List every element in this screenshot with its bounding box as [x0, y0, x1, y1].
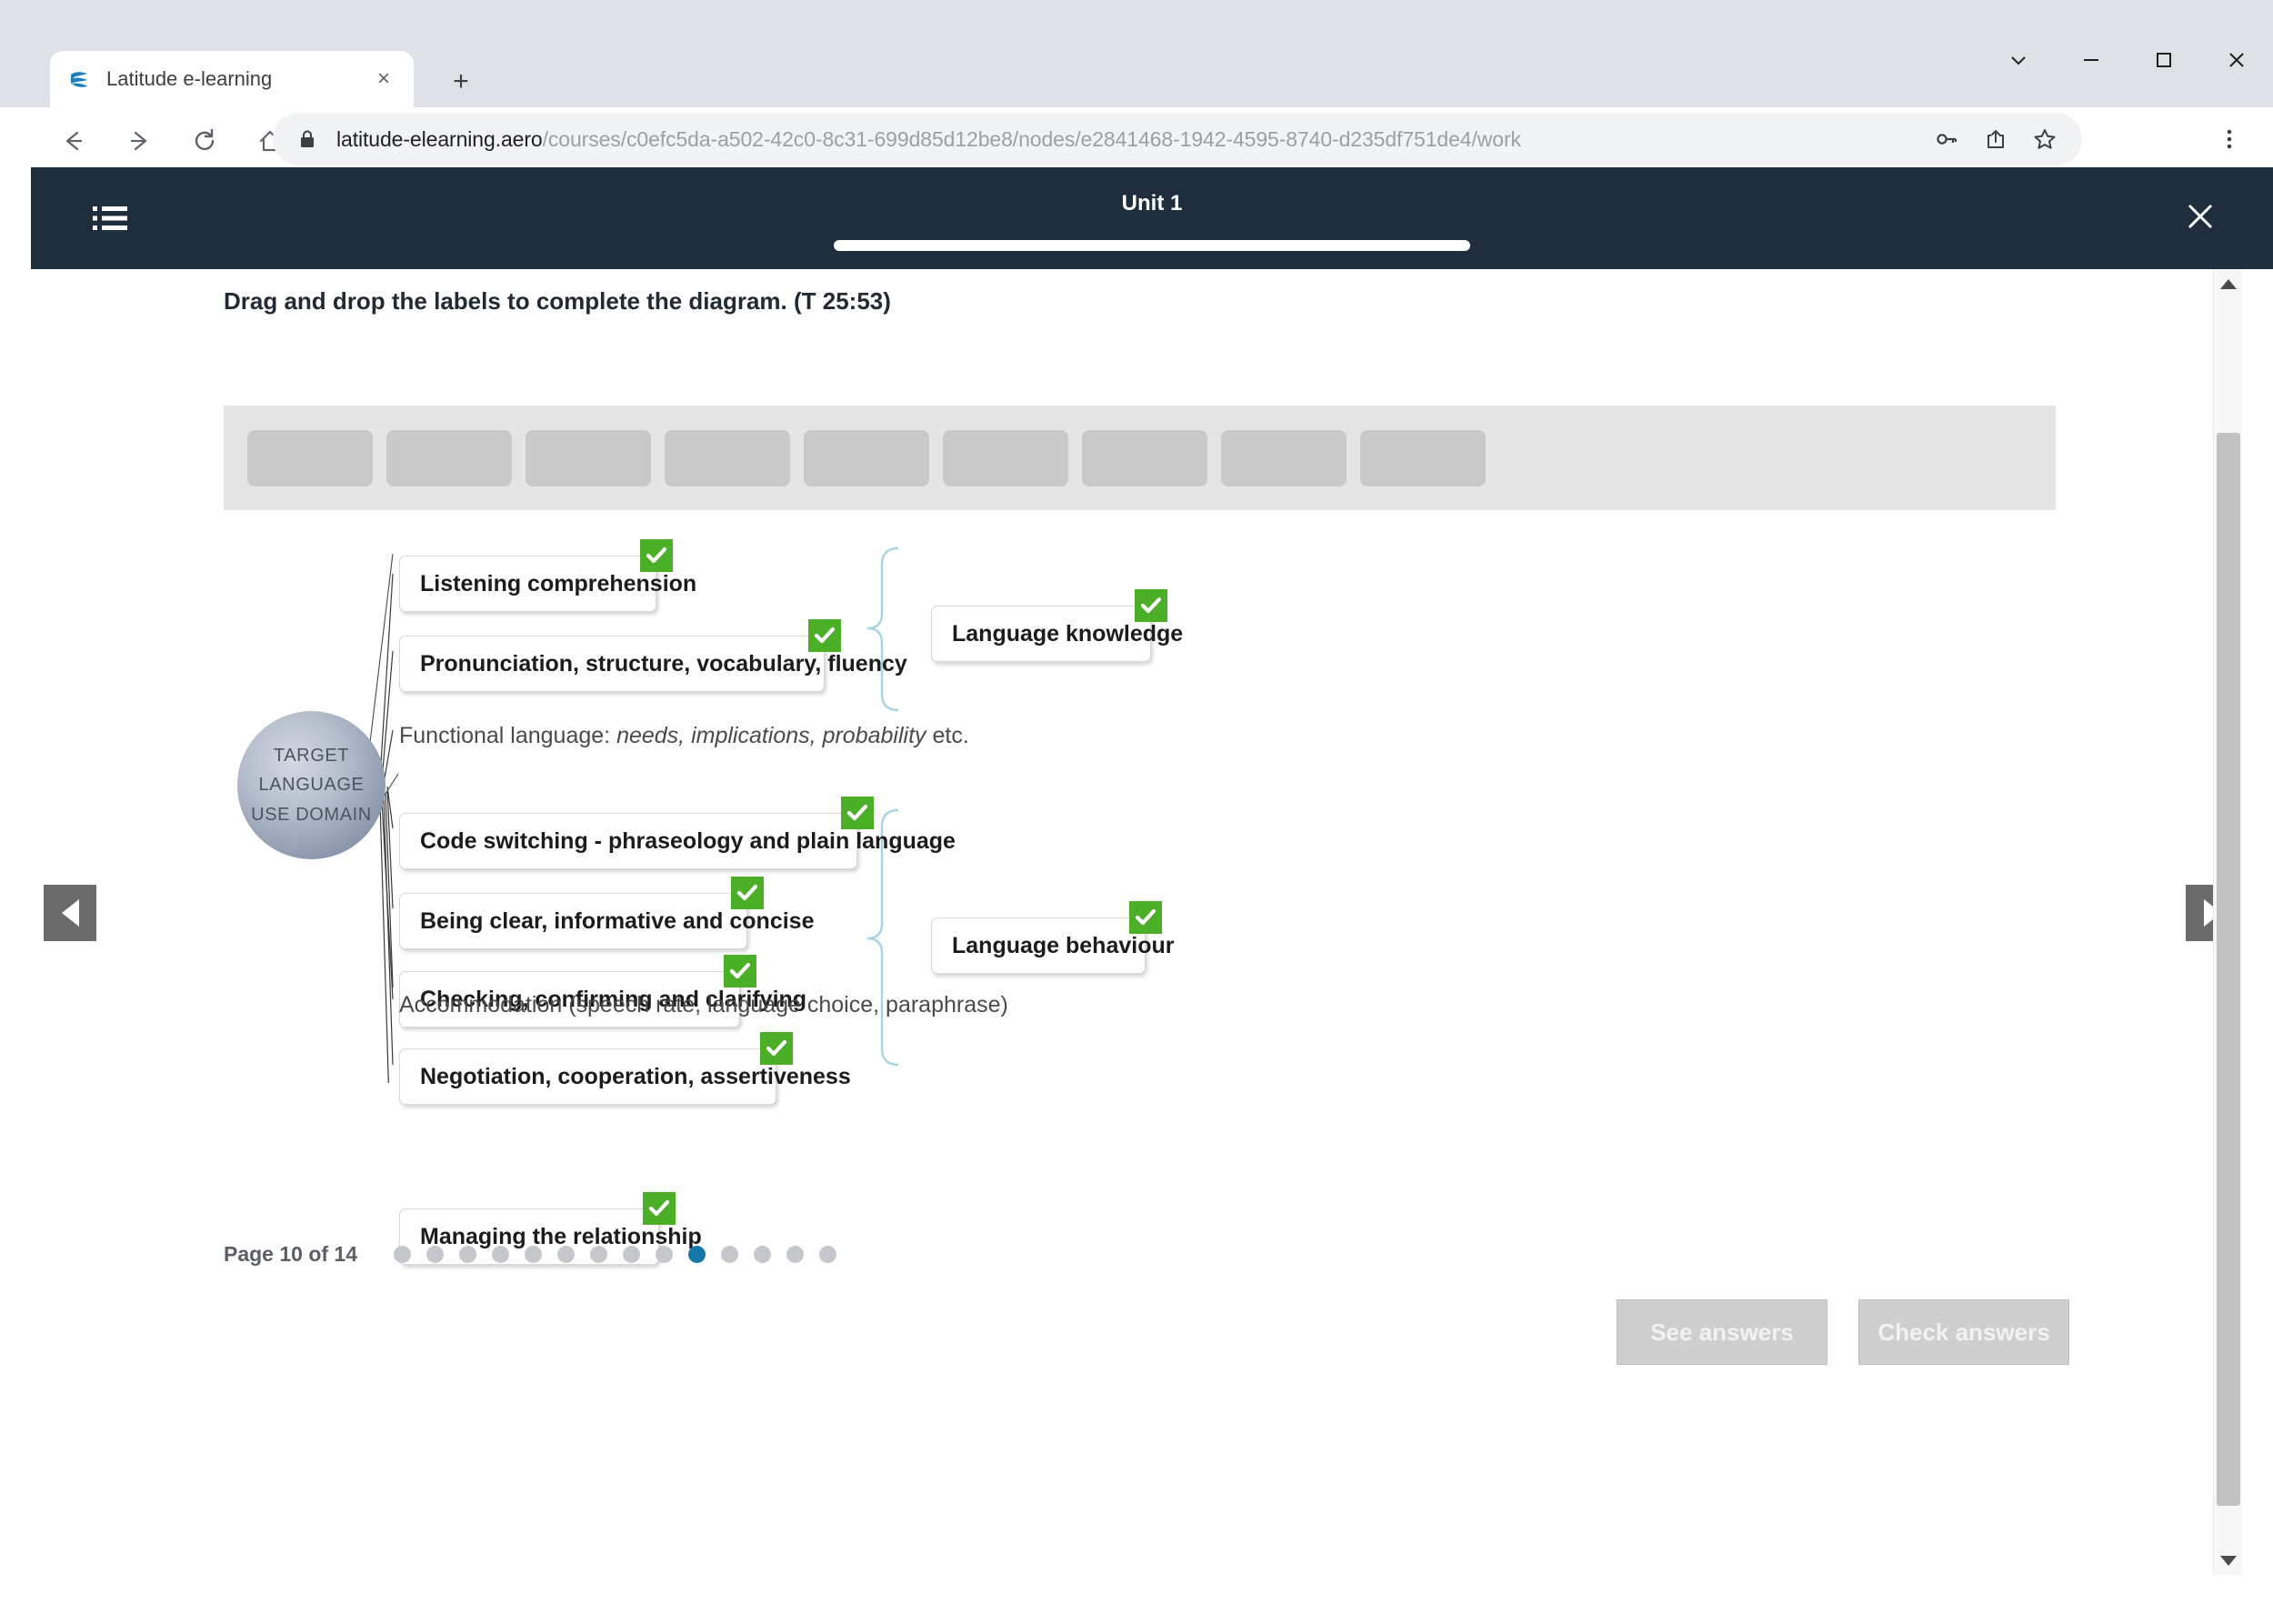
diagram-static-text: Functional language: needs, implications…	[399, 723, 969, 748]
pagination-dot[interactable]	[590, 1246, 608, 1263]
course-header: Unit 1	[31, 167, 2273, 269]
chevron-down-icon[interactable]	[1982, 36, 2055, 84]
browser-titlebar: Latitude e-learning × +	[0, 0, 2273, 107]
pagination-dot[interactable]	[786, 1246, 805, 1263]
correct-check-icon	[731, 877, 764, 909]
key-icon[interactable]	[1922, 115, 1971, 164]
pagination-dot[interactable]	[656, 1246, 674, 1263]
label-text: Language behaviour	[952, 932, 1175, 958]
tab-title: Latitude e-learning	[106, 67, 273, 90]
diagram-answer-label[interactable]: Pronunciation, structure, vocabulary, fl…	[399, 636, 907, 692]
correct-check-icon	[760, 1032, 793, 1065]
correct-check-icon	[808, 619, 841, 652]
pagination-dot[interactable]	[426, 1246, 445, 1263]
label-text: Being clear, informative and concise	[420, 907, 815, 934]
label-text: Code switching - phraseology and plain l…	[420, 827, 956, 854]
correct-check-icon	[724, 955, 756, 987]
diagram-canvas: TARGET LANGUAGE USE DOMAIN Listening com…	[224, 537, 2056, 1265]
omnibox-actions	[1922, 113, 2069, 165]
scrollbar-thumb[interactable]	[2217, 433, 2240, 1506]
diagram-answer-label[interactable]: Being clear, informative and concise	[399, 893, 814, 949]
label-text: Listening comprehension	[420, 570, 697, 596]
drop-slot[interactable]	[386, 430, 512, 486]
drop-slot[interactable]	[247, 430, 373, 486]
tab-close-icon[interactable]: ×	[370, 65, 397, 93]
diagram-answer-label[interactable]: Listening comprehension	[399, 556, 696, 612]
center-node-line-2: LANGUAGE	[258, 775, 365, 796]
center-node-line-3: USE DOMAIN	[251, 804, 372, 825]
pagination-dot[interactable]	[721, 1246, 739, 1263]
progress-bar	[834, 240, 1470, 251]
pagination: Page 10 of 14	[224, 1242, 852, 1267]
correct-check-icon	[640, 539, 673, 572]
page-title: Unit 1	[1121, 191, 1183, 216]
pagination-dot[interactable]	[754, 1246, 772, 1263]
label-text: Negotiation, cooperation, assertiveness	[420, 1063, 851, 1089]
diagram-group-label[interactable]: Language behaviour	[931, 917, 1174, 974]
browser-window: Latitude e-learning × + latitude-elearni…	[0, 0, 2273, 1624]
close-window-icon[interactable]	[2200, 36, 2273, 84]
correct-check-icon	[1129, 901, 1162, 934]
instruction-text: Drag and drop the labels to complete the…	[224, 287, 891, 315]
minimize-icon[interactable]	[2055, 36, 2128, 84]
arrow-left-icon	[61, 899, 79, 927]
diagram-answer-label[interactable]: Negotiation, cooperation, assertiveness	[399, 1048, 851, 1105]
see-answers-button[interactable]: See answers	[1617, 1299, 1827, 1365]
label-text: Pronunciation, structure, vocabulary, fl…	[420, 650, 907, 677]
kebab-menu-icon[interactable]	[2204, 113, 2255, 165]
pagination-dot[interactable]	[492, 1246, 510, 1263]
window-controls	[1982, 36, 2273, 84]
drop-slot[interactable]	[1360, 430, 1486, 486]
diagram-group-label[interactable]: Language knowledge	[931, 606, 1183, 662]
diagram-static-text: Accommodation (speech rate, language cho…	[399, 992, 1008, 1018]
drop-slot[interactable]	[943, 430, 1068, 486]
lock-icon	[296, 128, 318, 150]
pagination-dot[interactable]	[688, 1246, 706, 1263]
correct-check-icon	[643, 1192, 676, 1225]
lesson-content: Drag and drop the labels to complete the…	[31, 269, 2242, 1575]
browser-tab[interactable]: Latitude e-learning ×	[50, 51, 414, 107]
pagination-dot[interactable]	[557, 1246, 576, 1263]
drop-slot[interactable]	[1221, 430, 1347, 486]
page-indicator-label: Page 10 of 14	[224, 1242, 358, 1266]
back-icon[interactable]	[47, 115, 100, 167]
answer-actions: See answers Check answers	[1586, 1299, 2069, 1365]
scroll-down-icon[interactable]	[2214, 1546, 2243, 1575]
forward-icon[interactable]	[113, 115, 165, 167]
pagination-dot[interactable]	[623, 1246, 641, 1263]
share-icon[interactable]	[1971, 115, 2020, 164]
diagram-answer-label[interactable]: Code switching - phraseology and plain l…	[399, 813, 956, 869]
scroll-up-icon[interactable]	[2214, 269, 2243, 298]
address-bar[interactable]: latitude-elearning.aero/courses/c0efc5da…	[273, 113, 2082, 165]
pagination-dots[interactable]	[394, 1246, 852, 1263]
url-path: /courses/c0efc5da-a502-42c0-8c31-699d85d…	[542, 126, 1521, 151]
url-text: latitude-elearning.aero/courses/c0efc5da…	[336, 127, 1521, 152]
progress-bar-fill	[834, 240, 1470, 251]
drop-slot[interactable]	[665, 430, 790, 486]
label-text: Language knowledge	[952, 620, 1184, 647]
pagination-dot[interactable]	[525, 1246, 543, 1263]
check-answers-button[interactable]: Check answers	[1858, 1299, 2069, 1365]
pagination-dot[interactable]	[459, 1246, 477, 1263]
vertical-scrollbar[interactable]	[2213, 269, 2242, 1575]
bookmark-star-icon[interactable]	[2020, 115, 2069, 164]
url-host: latitude-elearning.aero	[336, 126, 543, 151]
pagination-dot[interactable]	[394, 1246, 412, 1263]
correct-check-icon	[1135, 589, 1167, 622]
center-node: TARGET LANGUAGE USE DOMAIN	[237, 711, 386, 859]
maximize-icon[interactable]	[2128, 36, 2200, 84]
reload-icon[interactable]	[178, 115, 231, 167]
previous-slide-button[interactable]	[44, 885, 96, 941]
drop-slot[interactable]	[526, 430, 651, 486]
center-node-line-1: TARGET	[273, 745, 350, 766]
new-tab-button[interactable]: +	[443, 64, 479, 100]
drag-label-tray[interactable]	[224, 406, 2056, 510]
drop-slot[interactable]	[804, 430, 929, 486]
close-icon[interactable]	[2175, 191, 2226, 242]
drop-slot[interactable]	[1082, 430, 1207, 486]
pagination-dot[interactable]	[819, 1246, 837, 1263]
correct-check-icon	[841, 797, 874, 829]
latitude-logo-icon	[66, 66, 92, 92]
